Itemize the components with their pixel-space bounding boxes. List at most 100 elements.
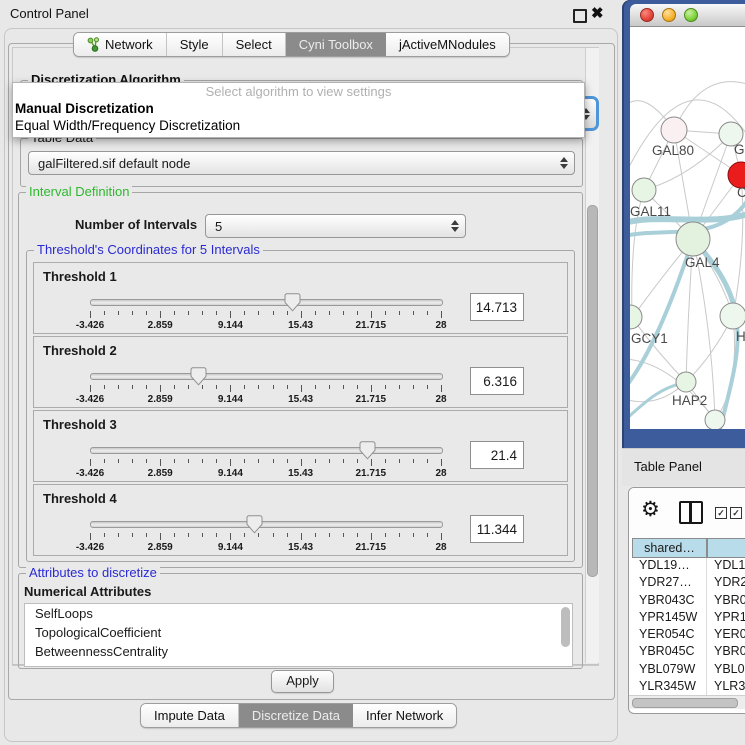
slider-tick-label: 21.715 xyxy=(356,468,387,479)
tab-label: Network xyxy=(105,34,153,56)
attribute-list-item[interactable]: SelfLoops xyxy=(25,604,572,623)
slider-tick-label: 28 xyxy=(435,468,446,479)
tab-style[interactable]: Style xyxy=(167,33,223,56)
network-node-h[interactable] xyxy=(720,303,745,329)
columns-icon[interactable] xyxy=(679,501,703,524)
tab-discretize-data[interactable]: Discretize Data xyxy=(239,704,353,727)
attribute-list-item[interactable]: BetweennessCentrality xyxy=(25,642,572,661)
table-row[interactable]: YBR043CYBR0 xyxy=(632,593,745,610)
slider-track[interactable] xyxy=(90,521,443,528)
table-header-row: shared…n xyxy=(632,538,745,558)
slider-handle[interactable] xyxy=(359,441,376,460)
slider-track[interactable] xyxy=(90,447,443,454)
numerical-attributes-list[interactable]: SelfLoopsTopologicalCoefficientBetweenne… xyxy=(24,603,573,667)
slider-tick xyxy=(441,533,442,540)
network-node-hap2[interactable] xyxy=(676,372,696,392)
slider-tick xyxy=(441,311,442,318)
slider-tick xyxy=(202,311,203,315)
number-of-intervals-combobox[interactable]: 5 xyxy=(205,214,466,238)
slider-tick xyxy=(244,311,245,315)
slider-handle[interactable] xyxy=(190,367,207,386)
tab-jactivemnodules[interactable]: jActiveMNodules xyxy=(386,33,509,56)
slider-tick xyxy=(315,533,316,537)
slider-tick xyxy=(385,311,386,315)
slider-handle[interactable] xyxy=(246,515,263,534)
minimize-traffic-light-icon[interactable] xyxy=(662,8,676,22)
list-scrollbar-thumb[interactable] xyxy=(561,607,570,647)
slider-tick xyxy=(399,533,400,537)
slider-tick xyxy=(188,311,189,315)
table-row[interactable]: YBL079WYBL0 xyxy=(632,662,745,679)
horizontal-scrollbar-thumb[interactable] xyxy=(632,698,738,708)
threshold-value-field[interactable]: 11.344 xyxy=(470,515,524,543)
slider-tick xyxy=(216,459,217,463)
slider-tick xyxy=(357,459,358,463)
network-view-canvas[interactable]: GAL80GCGAL11GAL4GCY1HHAP2 xyxy=(630,27,745,429)
node-label: H xyxy=(736,329,745,344)
column-header-1[interactable]: shared… xyxy=(632,538,707,558)
vertical-scrollbar-thumb[interactable] xyxy=(587,205,598,577)
network-node-gal80[interactable] xyxy=(661,117,687,143)
slider-tick xyxy=(160,311,161,318)
table-row[interactable]: YBR045CYBR0 xyxy=(632,644,745,661)
slider-tick xyxy=(244,533,245,537)
apply-button[interactable]: Apply xyxy=(271,670,334,693)
slider-tick-label: -3.426 xyxy=(76,320,104,331)
slider-tick xyxy=(146,385,147,389)
attribute-list-item[interactable]: TopologicalCoefficient xyxy=(25,623,572,642)
slider-tick xyxy=(287,385,288,389)
zoom-traffic-light-icon[interactable] xyxy=(684,8,698,22)
table-row[interactable]: YLR345WYLR3 xyxy=(632,679,745,695)
float-window-icon[interactable] xyxy=(573,9,587,23)
tab-infer-network[interactable]: Infer Network xyxy=(353,704,456,727)
table-row[interactable]: YDR27…YDR2 xyxy=(632,575,745,592)
threshold-slider-1[interactable]: -3.4262.8599.14415.4321.71528 xyxy=(90,296,442,332)
threshold-slider-3[interactable]: -3.4262.8599.14415.4321.71528 xyxy=(90,444,442,480)
tab-cyni-toolbox[interactable]: Cyni Toolbox xyxy=(286,33,386,56)
tab-network[interactable]: Network xyxy=(74,33,167,56)
network-node-gal11[interactable] xyxy=(632,178,656,202)
table-row[interactable]: YDL19…YDL1 xyxy=(632,558,745,575)
table-data-combobox[interactable]: galFiltered.sif default node xyxy=(28,151,575,175)
slider-tick xyxy=(188,459,189,463)
checkbox-icon[interactable]: ✓ xyxy=(715,507,727,519)
threshold-slider-4[interactable]: -3.4262.8599.14415.4321.71528 xyxy=(90,518,442,554)
checkbox-icon[interactable]: ✓ xyxy=(730,507,742,519)
slider-tick xyxy=(273,459,274,463)
cell-shared-name: YDL19… xyxy=(632,558,707,575)
cell-name: YBR0 xyxy=(707,644,745,661)
tab-label: jActiveMNodules xyxy=(399,34,496,56)
slider-track[interactable] xyxy=(90,299,443,306)
algorithm-option-equal-width-frequency-discretization[interactable]: Equal Width/Frequency Discretization xyxy=(13,117,584,134)
cell-shared-name: YPR145W xyxy=(632,610,707,627)
slider-tick xyxy=(118,533,119,537)
network-node[interactable] xyxy=(705,410,725,429)
tab-select[interactable]: Select xyxy=(223,33,286,56)
close-icon[interactable]: ✖ xyxy=(591,4,604,22)
network-node-gcy1[interactable] xyxy=(630,305,642,329)
table-row[interactable]: YPR145WYPR1 xyxy=(632,610,745,627)
slider-tick xyxy=(258,385,259,389)
cell-shared-name: YLR345W xyxy=(632,679,707,695)
threshold-value-field[interactable]: 21.4 xyxy=(470,441,524,469)
slider-tick xyxy=(385,533,386,537)
slider-tick xyxy=(216,385,217,389)
tab-impute-data[interactable]: Impute Data xyxy=(141,704,239,727)
slider-tick-label: -3.426 xyxy=(76,468,104,479)
network-node-gal4[interactable] xyxy=(676,222,710,256)
table-row[interactable]: YER054CYER0 xyxy=(632,627,745,644)
threshold-value-field[interactable]: 14.713 xyxy=(470,293,524,321)
column-header-2[interactable]: n xyxy=(707,538,745,558)
network-window-titlebar[interactable] xyxy=(630,4,745,27)
close-traffic-light-icon[interactable] xyxy=(640,8,654,22)
horizontal-scrollbar[interactable] xyxy=(629,695,745,709)
slider-track[interactable] xyxy=(90,373,443,380)
slider-handle[interactable] xyxy=(284,293,301,312)
table-panel-title: Table Panel xyxy=(634,459,702,474)
gear-icon[interactable]: ⚙ xyxy=(641,497,660,522)
threshold-value-field[interactable]: 6.316 xyxy=(470,367,524,395)
combo-stepper-icon xyxy=(448,220,462,232)
threshold-slider-2[interactable]: -3.4262.8599.14415.4321.71528 xyxy=(90,370,442,406)
algorithm-option-manual-discretization[interactable]: Manual Discretization xyxy=(13,100,584,117)
slider-tick-label: 2.859 xyxy=(148,394,173,405)
